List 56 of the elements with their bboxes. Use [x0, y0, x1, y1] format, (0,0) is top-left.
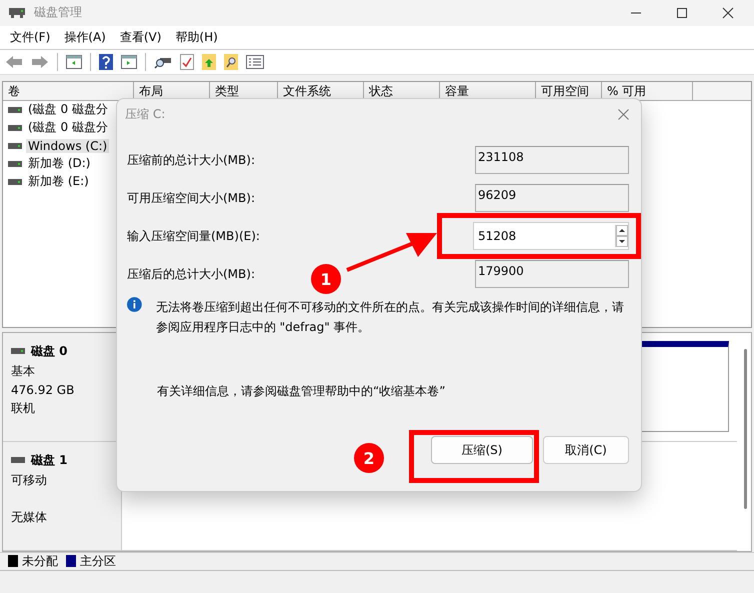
disk-size: 476.92 GB — [11, 382, 76, 397]
menu-item[interactable]: 操作(A) — [64, 28, 106, 46]
menu-item[interactable]: 查看(V) — [120, 28, 162, 46]
volume-name[interactable]: (磁盘 0 磁盘分 — [26, 119, 110, 136]
maximize-icon[interactable] — [676, 6, 688, 19]
drive-icon — [8, 178, 22, 185]
checklist-icon[interactable] — [180, 54, 194, 70]
folder-search-icon[interactable] — [224, 54, 238, 70]
window-title: 磁盘管理 — [34, 4, 82, 22]
spin-field[interactable]: 51208 — [473, 222, 629, 250]
properties-list-icon[interactable] — [246, 55, 264, 70]
field-label: 可用压缩空间大小(MB): — [127, 190, 255, 206]
field-label: 压缩后的总计大小(MB): — [127, 266, 255, 282]
forward-arrow-icon[interactable] — [31, 55, 49, 70]
cancel-button[interactable]: 取消(C) — [543, 436, 629, 464]
help-icon[interactable] — [99, 54, 113, 70]
spin-up-icon[interactable] — [616, 225, 628, 236]
disk-name: 磁盘 1 — [31, 452, 68, 469]
volume-name[interactable]: (磁盘 0 磁盘分 — [26, 101, 110, 118]
disk-drive-icon — [11, 348, 25, 354]
spin-down-icon[interactable] — [616, 236, 628, 247]
drive-icon — [8, 160, 22, 167]
volume-name[interactable]: Windows (C:) — [26, 138, 110, 153]
disk-drive-icon — [11, 457, 25, 464]
menu-item[interactable]: 文件(F) — [10, 28, 50, 46]
disk-name: 磁盘 0 — [31, 342, 68, 360]
drive-icon — [8, 124, 22, 131]
drive-search-icon[interactable] — [154, 55, 172, 70]
volume-name[interactable]: 新加卷 (D:) — [26, 155, 92, 172]
drive-icon — [8, 142, 22, 149]
disk-drive-icon — [8, 6, 26, 19]
console-panel-icon[interactable] — [66, 55, 82, 70]
folder-up-icon[interactable] — [202, 54, 216, 70]
legend-label: 未分配 — [22, 552, 58, 570]
menu-item[interactable]: 帮助(H) — [175, 28, 218, 46]
disk-type: 基本 — [11, 362, 36, 380]
dialog-title: 压缩 C: — [125, 106, 166, 122]
readonly-field: 96209 — [475, 184, 629, 212]
help-text: 有关详细信息，请参阅磁盘管理帮助中的“收缩基本卷” — [157, 383, 446, 400]
field-label: 输入压缩空间量(MB)(E): — [127, 228, 260, 244]
close-icon[interactable] — [722, 6, 734, 19]
info-icon — [127, 297, 142, 312]
drive-icon — [8, 106, 22, 113]
volume-name[interactable]: 新加卷 (E:) — [26, 173, 91, 190]
scrollbar[interactable] — [744, 348, 747, 509]
back-arrow-icon[interactable] — [5, 55, 23, 70]
field-label: 压缩前的总计大小(MB): — [127, 152, 255, 168]
readonly-field: 231108 — [475, 146, 629, 174]
disk-status: 联机 — [11, 400, 36, 417]
console-panel-icon[interactable] — [121, 55, 137, 70]
info-text: 无法将卷压缩到超出任何不可移动的文件所在的点。有关完成该操作时间的详细信息，请参阅应用程序日志中的 "defrag" 事件。 — [156, 299, 625, 336]
disk-type: 可移动 — [11, 472, 48, 489]
legend-label: 主分区 — [80, 552, 116, 570]
readonly-field: 179900 — [475, 260, 629, 288]
shrink-button[interactable]: 压缩(S) — [431, 436, 533, 464]
disk-status: 无媒体 — [11, 508, 48, 526]
